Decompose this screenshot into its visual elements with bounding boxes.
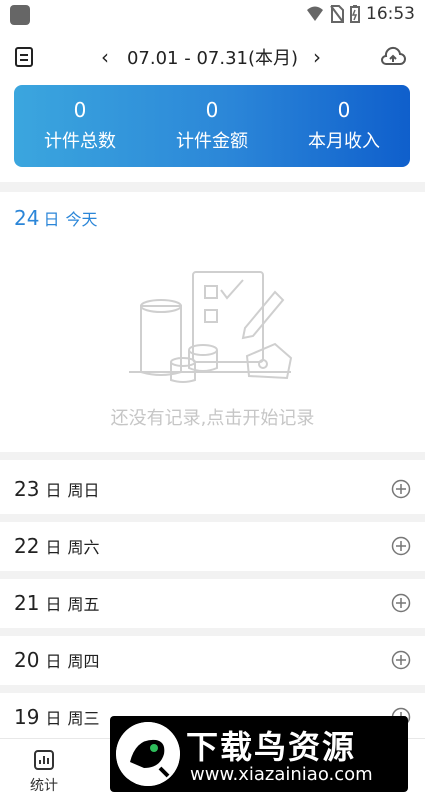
wifi-icon — [307, 6, 323, 21]
day-row[interactable]: 21 日 周五 — [0, 578, 425, 628]
battery-icon — [350, 5, 360, 23]
day-weekday: 周六 — [67, 538, 100, 557]
stats-card: 0 计件总数 0 计件金额 0 本月收入 — [14, 85, 410, 167]
day-number: 21 — [14, 591, 40, 615]
day-weekday: 周三 — [67, 709, 100, 728]
stat-label: 计件总数 — [44, 131, 116, 152]
add-record-icon[interactable] — [391, 650, 411, 670]
day-weekday: 周四 — [67, 652, 100, 671]
today-day: 24 — [14, 206, 40, 230]
divider — [0, 182, 425, 192]
stat-piece-amount: 0 计件金额 — [146, 85, 278, 167]
add-record-icon[interactable] — [391, 479, 411, 499]
day-number: 22 — [14, 534, 40, 558]
header: ‹ 07.01 - 07.31(本月) › — [0, 36, 425, 80]
day-number: 23 — [14, 477, 40, 501]
day-row[interactable]: 20 日 周四 — [0, 635, 425, 685]
cloud-upload-icon[interactable] — [379, 46, 407, 68]
status-time: 16:53 — [366, 4, 415, 24]
empty-message: 还没有记录,点击开始记录 — [110, 408, 315, 429]
stat-month-income: 0 本月收入 — [278, 85, 410, 167]
empty-illustration-icon[interactable] — [125, 268, 295, 388]
nav-tab-stats-label: 统计 — [30, 778, 58, 794]
today-tag: 今天 — [65, 210, 98, 229]
day-unit: 日 — [45, 538, 62, 557]
add-record-icon[interactable] — [391, 536, 411, 556]
add-record-icon[interactable] — [391, 593, 411, 613]
watermark-brand: 下载鸟资源 — [186, 728, 357, 766]
divider — [0, 452, 425, 460]
stat-label: 本月收入 — [308, 131, 380, 152]
day-row[interactable]: 22 日 周六 — [0, 521, 425, 571]
notification-icon — [10, 5, 30, 25]
day-unit: 日 — [45, 652, 62, 671]
date-range[interactable]: 07.01 - 07.31(本月) — [0, 44, 425, 70]
no-sim-icon — [330, 5, 344, 23]
stat-value: 0 — [73, 98, 87, 122]
day-weekday: 周五 — [67, 595, 100, 614]
watermark: 下载鸟资源 www.xiazainiao.com — [110, 716, 408, 792]
stat-label: 计件金额 — [176, 131, 248, 152]
stat-piece-count: 0 计件总数 — [14, 85, 146, 167]
today-unit: 日 — [43, 210, 60, 229]
nav-tab-stats[interactable]: 统计 — [26, 749, 62, 795]
day-unit: 日 — [45, 709, 62, 728]
status-bar: 16:53 — [0, 0, 425, 30]
bar-chart-icon — [34, 750, 54, 770]
day-weekday: 周日 — [67, 481, 100, 500]
day-row[interactable]: 23 日 周日 — [0, 464, 425, 514]
status-icons: 16:53 — [306, 4, 415, 24]
day-number: 20 — [14, 648, 40, 672]
watermark-url: www.xiazainiao.com — [190, 764, 373, 785]
day-number: 19 — [14, 705, 40, 729]
day-unit: 日 — [45, 481, 62, 500]
stat-value: 0 — [337, 98, 351, 122]
bird-logo-icon — [116, 722, 180, 786]
day-unit: 日 — [45, 595, 62, 614]
stat-value: 0 — [205, 98, 219, 122]
today-header: 24 日今天 — [14, 206, 97, 230]
next-month-button[interactable]: › — [305, 44, 329, 70]
